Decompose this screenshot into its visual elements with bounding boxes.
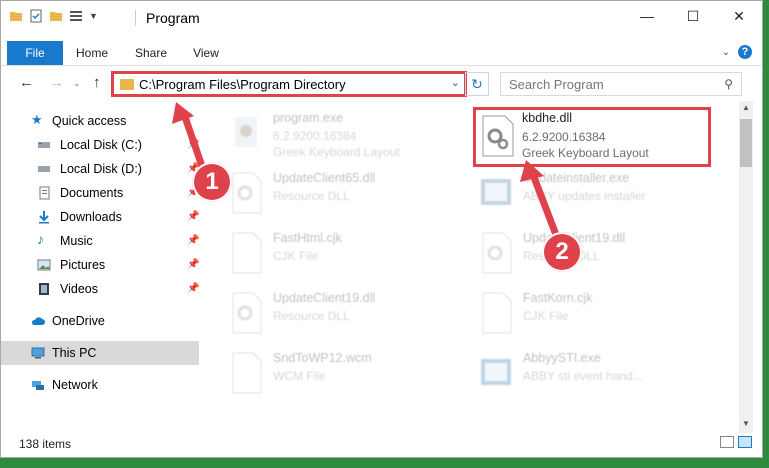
- callout-badge: 2: [542, 232, 582, 272]
- callout-badge: 1: [192, 162, 232, 202]
- annotation-arrows: [172, 102, 562, 242]
